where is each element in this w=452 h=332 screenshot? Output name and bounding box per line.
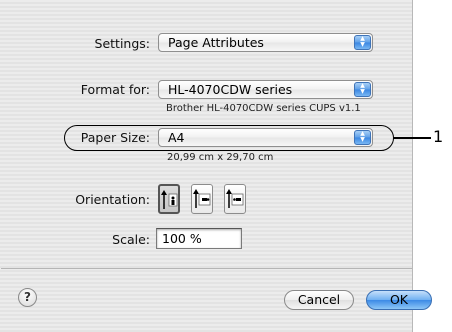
- settings-popup-value: Page Attributes: [168, 35, 264, 50]
- settings-popup[interactable]: Page Attributes ▲ ▼: [158, 33, 373, 52]
- format-for-label: Format for:: [80, 82, 150, 97]
- portrait-icon: [161, 190, 178, 209]
- settings-label: Settings:: [94, 36, 150, 51]
- paper-size-callout-outline: [64, 125, 394, 151]
- callout-number: 1: [433, 127, 444, 146]
- cancel-button[interactable]: Cancel: [284, 290, 354, 310]
- popup-arrows-icon: ▲ ▼: [354, 35, 371, 50]
- format-for-popup[interactable]: HL-4070CDW series ▲ ▼: [158, 80, 373, 99]
- page-setup-dialog: Settings: Page Attributes ▲ ▼ Format for:…: [0, 0, 432, 332]
- help-button[interactable]: ?: [18, 288, 37, 307]
- printer-description: Brother HL-4070CDW series CUPS v1.1: [166, 103, 361, 114]
- format-for-popup-value: HL-4070CDW series: [168, 82, 293, 97]
- orientation-reverse-landscape-button[interactable]: [224, 184, 246, 214]
- landscape-icon: [193, 189, 211, 208]
- reverse-landscape-icon: [226, 189, 244, 208]
- popup-arrows-icon: ▲ ▼: [354, 82, 371, 97]
- orientation-landscape-button[interactable]: [191, 184, 213, 214]
- orientation-portrait-button[interactable]: [158, 184, 180, 214]
- paper-dimensions: 20,99 cm x 29,70 cm: [167, 152, 274, 163]
- scale-input[interactable]: 100 %: [156, 228, 242, 249]
- ok-button[interactable]: OK: [366, 290, 432, 310]
- divider: [1, 268, 412, 269]
- callout-leader-line: [393, 137, 431, 139]
- scale-label: Scale:: [112, 232, 150, 247]
- orientation-label: Orientation:: [75, 192, 150, 207]
